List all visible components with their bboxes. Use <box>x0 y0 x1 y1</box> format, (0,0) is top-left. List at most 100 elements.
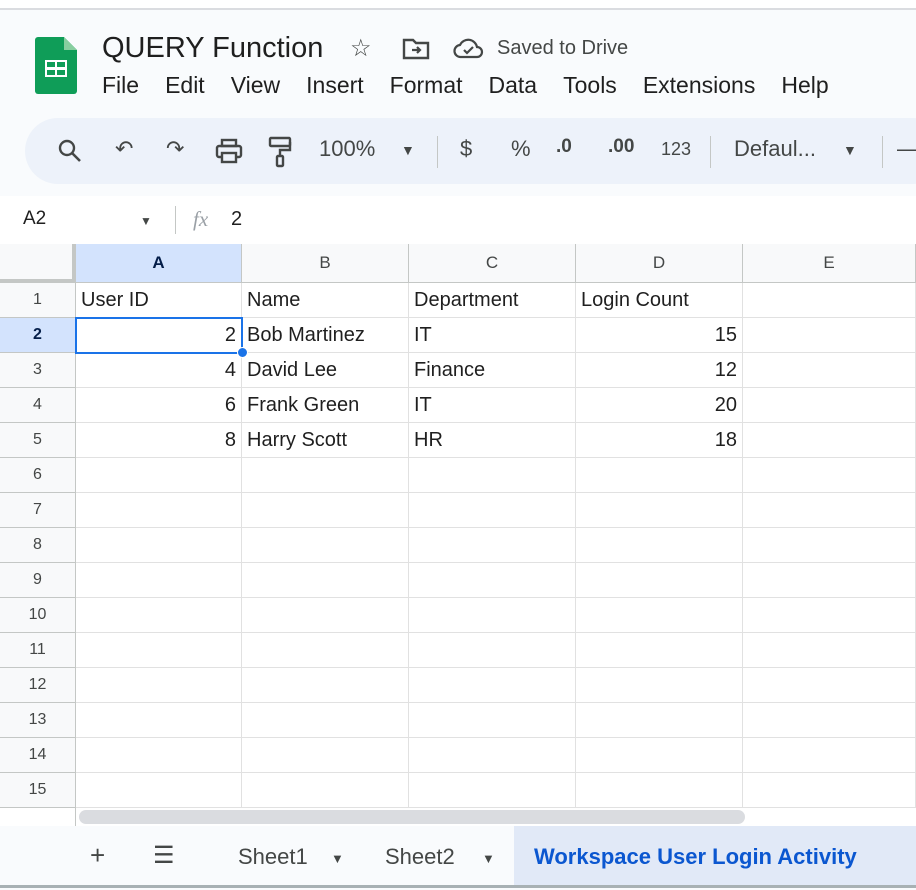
row-header-14[interactable]: 14 <box>0 738 76 773</box>
fill-handle[interactable] <box>237 347 248 358</box>
column-header-c[interactable]: C <box>409 244 576 283</box>
row-header-4[interactable]: 4 <box>0 388 76 423</box>
cell-e13[interactable] <box>743 703 916 738</box>
cell-c2[interactable]: IT <box>409 318 576 353</box>
cell-a12[interactable] <box>76 668 242 703</box>
cell-a5[interactable]: 8 <box>76 423 242 458</box>
cell-b11[interactable] <box>242 633 409 668</box>
cell-c13[interactable] <box>409 703 576 738</box>
row-header-3[interactable]: 3 <box>0 353 76 388</box>
cell-b10[interactable] <box>242 598 409 633</box>
sheet-tab-sheet2[interactable]: Sheet2 <box>385 844 455 870</box>
cell-d12[interactable] <box>576 668 743 703</box>
zoom-select[interactable]: 100% <box>319 136 375 162</box>
cell-d15[interactable] <box>576 773 743 808</box>
cell-b1[interactable]: Name <box>242 283 409 318</box>
column-header-e[interactable]: E <box>743 244 916 283</box>
row-header-8[interactable]: 8 <box>0 528 76 563</box>
cell-e11[interactable] <box>743 633 916 668</box>
cell-c12[interactable] <box>409 668 576 703</box>
cell-d10[interactable] <box>576 598 743 633</box>
currency-format-button[interactable]: $ <box>460 136 472 162</box>
cell-e12[interactable] <box>743 668 916 703</box>
menu-data[interactable]: Data <box>489 72 538 99</box>
cell-c5[interactable]: HR <box>409 423 576 458</box>
percent-format-button[interactable]: % <box>511 136 531 162</box>
undo-icon[interactable]: ↶ <box>115 136 133 162</box>
cell-d6[interactable] <box>576 458 743 493</box>
cell-b9[interactable] <box>242 563 409 598</box>
cell-d1[interactable]: Login Count <box>576 283 743 318</box>
print-icon[interactable] <box>215 138 243 164</box>
cell-a9[interactable] <box>76 563 242 598</box>
cell-b13[interactable] <box>242 703 409 738</box>
cell-e4[interactable] <box>743 388 916 423</box>
cell-c14[interactable] <box>409 738 576 773</box>
cell-b14[interactable] <box>242 738 409 773</box>
cell-d8[interactable] <box>576 528 743 563</box>
increase-decimal-button[interactable]: .00 <box>608 136 634 158</box>
more-formats-button[interactable]: 123 <box>661 139 691 160</box>
cell-e15[interactable] <box>743 773 916 808</box>
column-header-a[interactable]: A <box>76 244 242 283</box>
font-select[interactable]: Defaul... <box>734 136 816 162</box>
cell-a3[interactable]: 4 <box>76 353 242 388</box>
cell-a15[interactable] <box>76 773 242 808</box>
cell-a11[interactable] <box>76 633 242 668</box>
cell-c10[interactable] <box>409 598 576 633</box>
cell-d7[interactable] <box>576 493 743 528</box>
sheet-tab-sheet1[interactable]: Sheet1 <box>238 844 308 870</box>
cell-b3[interactable]: David Lee <box>242 353 409 388</box>
cell-c9[interactable] <box>409 563 576 598</box>
cell-b8[interactable] <box>242 528 409 563</box>
search-icon[interactable] <box>57 138 83 164</box>
font-dropdown-arrow-icon[interactable]: ▼ <box>843 142 857 158</box>
document-title[interactable]: QUERY Function <box>102 32 323 65</box>
row-header-2[interactable]: 2 <box>0 318 76 353</box>
cell-e14[interactable] <box>743 738 916 773</box>
cell-e1[interactable] <box>743 283 916 318</box>
decrease-decimal-button[interactable]: .0 <box>556 136 572 158</box>
cell-e10[interactable] <box>743 598 916 633</box>
cell-d9[interactable] <box>576 563 743 598</box>
cell-e2[interactable] <box>743 318 916 353</box>
cell-b15[interactable] <box>242 773 409 808</box>
sheet1-menu-arrow-icon[interactable]: ▼ <box>331 851 344 866</box>
cell-c1[interactable]: Department <box>409 283 576 318</box>
row-header-7[interactable]: 7 <box>0 493 76 528</box>
row-header-10[interactable]: 10 <box>0 598 76 633</box>
cell-e8[interactable] <box>743 528 916 563</box>
decrease-font-size-icon[interactable]: — <box>897 136 916 162</box>
cell-c8[interactable] <box>409 528 576 563</box>
menu-view[interactable]: View <box>231 72 280 99</box>
menu-extensions[interactable]: Extensions <box>643 72 756 99</box>
cell-d2[interactable]: 15 <box>576 318 743 353</box>
row-header-12[interactable]: 12 <box>0 668 76 703</box>
cell-c15[interactable] <box>409 773 576 808</box>
cell-d4[interactable]: 20 <box>576 388 743 423</box>
menu-file[interactable]: File <box>102 72 139 99</box>
star-icon[interactable]: ☆ <box>350 34 372 63</box>
menu-insert[interactable]: Insert <box>306 72 364 99</box>
cell-e6[interactable] <box>743 458 916 493</box>
cloud-saved-icon[interactable] <box>453 37 485 59</box>
cell-a4[interactable]: 6 <box>76 388 242 423</box>
menu-help[interactable]: Help <box>781 72 828 99</box>
horizontal-scrollbar[interactable] <box>79 810 745 824</box>
row-header-6[interactable]: 6 <box>0 458 76 493</box>
menu-tools[interactable]: Tools <box>563 72 617 99</box>
cell-e3[interactable] <box>743 353 916 388</box>
select-all-corner[interactable] <box>0 244 76 283</box>
menu-edit[interactable]: Edit <box>165 72 205 99</box>
cell-d14[interactable] <box>576 738 743 773</box>
cell-b12[interactable] <box>242 668 409 703</box>
row-header-1[interactable]: 1 <box>0 283 76 318</box>
sheet-tab-active[interactable]: Workspace User Login Activity <box>514 826 916 885</box>
cell-a13[interactable] <box>76 703 242 738</box>
cell-b2[interactable]: Bob Martinez <box>242 318 409 353</box>
row-header-5[interactable]: 5 <box>0 423 76 458</box>
cell-e5[interactable] <box>743 423 916 458</box>
cell-b7[interactable] <box>242 493 409 528</box>
cell-b4[interactable]: Frank Green <box>242 388 409 423</box>
cell-a14[interactable] <box>76 738 242 773</box>
